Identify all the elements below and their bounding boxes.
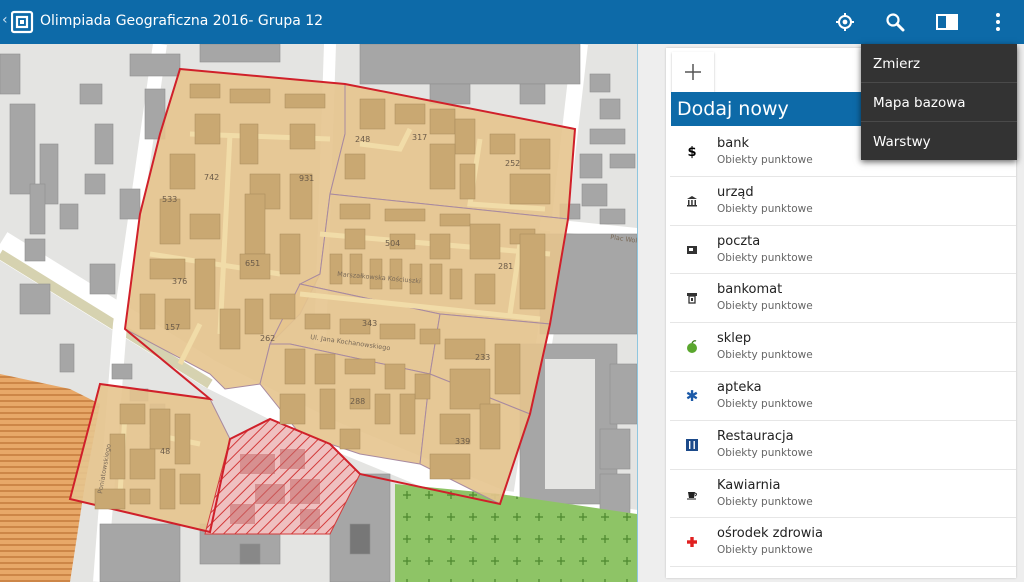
- svg-text:376: 376: [172, 277, 187, 286]
- list-item-urzad[interactable]: urząd Obiekty punktowe: [670, 177, 1016, 226]
- svg-text:288: 288: [350, 397, 365, 406]
- search-icon[interactable]: [873, 0, 917, 44]
- dollar-icon: $: [687, 144, 697, 160]
- menu-item-mapa-bazowa[interactable]: Mapa bazowa: [861, 83, 1017, 122]
- item-subtitle: Obiekty punktowe: [717, 397, 813, 410]
- list-item-bankomat[interactable]: bankomat Obiekty punktowe: [670, 274, 1016, 324]
- item-subtitle: Obiekty punktowe: [717, 544, 813, 557]
- atm-icon: [684, 290, 700, 306]
- item-name: ośrodek zdrowia: [717, 526, 823, 542]
- item-subtitle: Obiekty punktowe: [717, 300, 813, 313]
- app-title: Olimpiada Geograficzna 2016- Grupa 12: [40, 13, 324, 29]
- svg-text:248: 248: [355, 135, 370, 144]
- list-item-sklep[interactable]: sklep Obiekty punktowe: [670, 323, 1016, 372]
- item-name: bankomat: [717, 282, 783, 298]
- svg-text:504: 504: [385, 239, 400, 248]
- government-building-icon: [684, 193, 700, 209]
- action-bar: ‹ Olimpiada Geograficzna 2016- Grupa 12: [0, 0, 1024, 44]
- item-name: poczta: [717, 233, 761, 249]
- map-view[interactable]: 742 931 533 651 504 376 262 157 343 233 288 339 …: [0, 44, 637, 582]
- star-of-life-icon: ✱: [685, 386, 699, 405]
- list-item-kawiarnia[interactable]: Kawiarnia Obiekty punktowe: [670, 470, 1016, 519]
- overflow-menu-icon[interactable]: [976, 0, 1020, 44]
- svg-text:651: 651: [245, 259, 260, 268]
- item-subtitle: Obiekty punktowe: [717, 446, 813, 459]
- overflow-menu: Zmierz Mapa bazowa Warstwy: [861, 44, 1017, 160]
- item-name: sklep: [717, 331, 752, 347]
- item-subtitle: Obiekty punktowe: [717, 251, 813, 264]
- book-icon[interactable]: [925, 0, 969, 44]
- item-subtitle: Obiekty punktowe: [717, 349, 813, 362]
- item-subtitle: Obiekty punktowe: [717, 202, 813, 215]
- post-office-icon: [684, 242, 700, 258]
- list-item-osrodek-zdrowia[interactable]: ośrodek zdrowia Obiekty punktowe: [670, 518, 1016, 568]
- list-item-restauracja[interactable]: Restauracja Obiekty punktowe: [670, 421, 1016, 470]
- item-name: Kawiarnia: [717, 477, 781, 493]
- svg-text:533: 533: [162, 195, 177, 204]
- item-subtitle: Obiekty punktowe: [717, 495, 813, 508]
- app-logo-icon[interactable]: [11, 10, 35, 34]
- back-chevron-icon[interactable]: ‹: [2, 12, 8, 28]
- menu-item-warstwy[interactable]: Warstwy: [861, 122, 1017, 161]
- menu-item-zmierz[interactable]: Zmierz: [861, 44, 1017, 83]
- svg-text:742: 742: [204, 173, 219, 182]
- feature-type-list: $ bank Obiekty punktowe urząd Obiekty pu…: [670, 128, 1016, 568]
- map-canvas[interactable]: 742 931533 651504376 262157 343 233288339 …: [0, 44, 637, 582]
- add-button[interactable]: [672, 52, 714, 92]
- svg-text:262: 262: [260, 334, 275, 343]
- svg-text:317: 317: [412, 133, 427, 142]
- item-name: bank: [717, 136, 749, 151]
- red-cross-icon: [684, 534, 700, 550]
- list-item-poczta[interactable]: poczta Obiekty punktowe: [670, 226, 1016, 275]
- list-item-apteka[interactable]: ✱ apteka Obiekty punktowe: [670, 372, 1016, 421]
- svg-text:48: 48: [160, 447, 170, 456]
- svg-text:339: 339: [455, 437, 470, 446]
- item-name: apteka: [717, 379, 762, 395]
- coffee-cup-icon: [684, 486, 700, 502]
- svg-text:343: 343: [362, 319, 377, 328]
- apple-shop-icon: [684, 339, 700, 355]
- item-subtitle: Obiekty punktowe: [717, 154, 813, 166]
- svg-text:252: 252: [505, 159, 520, 168]
- item-name: urząd: [717, 184, 754, 200]
- plus-icon: [685, 64, 701, 80]
- svg-text:281: 281: [498, 262, 513, 271]
- svg-text:157: 157: [165, 323, 180, 332]
- locate-icon[interactable]: [823, 0, 867, 44]
- svg-text:233: 233: [475, 353, 490, 362]
- svg-text:931: 931: [299, 174, 314, 183]
- item-name: Restauracja: [717, 428, 794, 444]
- restaurant-icon: [684, 437, 700, 453]
